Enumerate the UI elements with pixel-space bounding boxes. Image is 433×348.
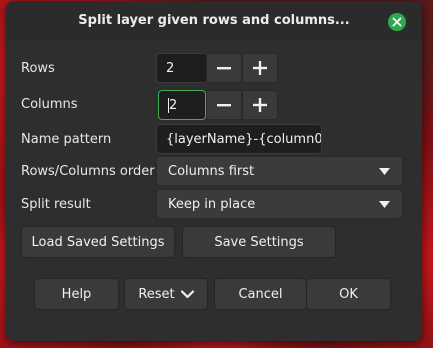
columns-input[interactable]: 2 bbox=[158, 90, 206, 120]
name-pattern-input[interactable]: {layerName}-{column0:02 bbox=[156, 124, 322, 154]
rows-input[interactable]: 2 bbox=[156, 53, 208, 83]
name-pattern-value: {layerName}-{column0:02 bbox=[166, 131, 322, 147]
order-label: Rows/Columns order bbox=[21, 164, 155, 179]
columns-decrement-button[interactable] bbox=[206, 90, 242, 120]
columns-value: 2 bbox=[169, 97, 178, 113]
rows-increment-button[interactable] bbox=[242, 53, 278, 83]
name-pattern-label: Name pattern bbox=[21, 132, 112, 147]
split-layer-dialog: Split layer given rows and columns... Ro… bbox=[6, 1, 422, 341]
close-button[interactable] bbox=[388, 13, 406, 31]
load-saved-settings-label: Load Saved Settings bbox=[31, 234, 165, 250]
plus-icon bbox=[253, 61, 267, 75]
dialog-title: Split layer given rows and columns... bbox=[78, 13, 350, 28]
chevron-down-icon bbox=[180, 289, 194, 299]
ok-label: OK bbox=[339, 286, 358, 302]
title-bar: Split layer given rows and columns... bbox=[6, 1, 422, 41]
order-dropdown[interactable]: Columns first bbox=[156, 156, 403, 186]
save-settings-button[interactable]: Save Settings bbox=[182, 226, 336, 258]
help-button[interactable]: Help bbox=[34, 278, 119, 310]
split-result-label: Split result bbox=[21, 197, 91, 212]
rows-label: Rows bbox=[21, 61, 55, 76]
plus-icon bbox=[253, 98, 267, 112]
cancel-button[interactable]: Cancel bbox=[214, 278, 307, 310]
dropdown-arrow-icon bbox=[379, 168, 390, 175]
reset-label: Reset bbox=[138, 286, 175, 302]
load-saved-settings-button[interactable]: Load Saved Settings bbox=[21, 226, 175, 258]
minus-icon bbox=[217, 104, 231, 107]
rows-decrement-button[interactable] bbox=[206, 53, 242, 83]
split-result-dropdown[interactable]: Keep in place bbox=[156, 189, 403, 219]
reset-button[interactable]: Reset bbox=[124, 278, 208, 310]
minus-icon bbox=[217, 67, 231, 70]
cancel-label: Cancel bbox=[238, 286, 283, 302]
save-settings-label: Save Settings bbox=[214, 234, 304, 250]
columns-increment-button[interactable] bbox=[242, 90, 278, 120]
rows-value: 2 bbox=[166, 60, 175, 76]
order-value: Columns first bbox=[168, 163, 255, 179]
columns-label: Columns bbox=[21, 97, 78, 112]
close-icon bbox=[392, 17, 402, 27]
dropdown-arrow-icon bbox=[379, 201, 390, 208]
help-label: Help bbox=[61, 286, 92, 302]
ok-button[interactable]: OK bbox=[306, 278, 391, 310]
split-result-value: Keep in place bbox=[168, 196, 256, 212]
